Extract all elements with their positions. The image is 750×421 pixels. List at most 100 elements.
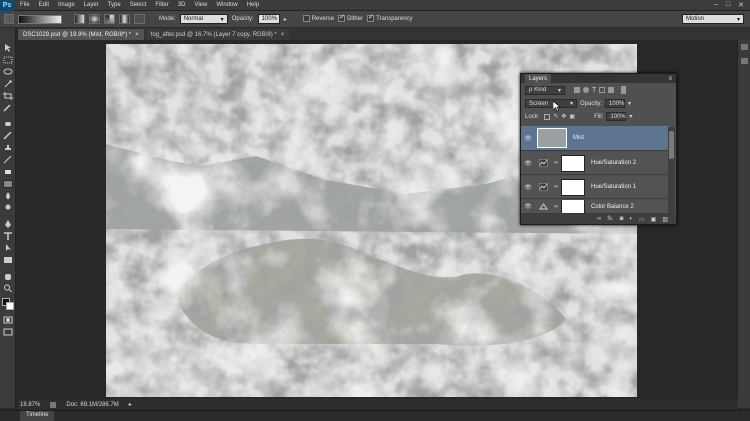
maximize-button[interactable]: □ bbox=[726, 1, 730, 9]
panel-menu-icon[interactable]: ≡ bbox=[668, 76, 676, 82]
properties-panel-icon[interactable] bbox=[741, 58, 748, 64]
menu-image[interactable]: Image bbox=[58, 2, 75, 8]
add-mask-icon[interactable]: ◙ bbox=[620, 216, 624, 222]
filter-toggle-icon[interactable] bbox=[621, 86, 627, 94]
filter-smart-object-icon[interactable] bbox=[608, 87, 615, 93]
opacity-arrow-icon[interactable]: ▾ bbox=[628, 100, 631, 107]
eyedropper-tool-icon[interactable] bbox=[3, 104, 13, 112]
history-brush-tool-icon[interactable] bbox=[3, 156, 13, 164]
healing-brush-tool-icon[interactable] bbox=[3, 120, 13, 128]
menu-3d[interactable]: 3D bbox=[178, 2, 186, 8]
marquee-tool-icon[interactable] bbox=[3, 56, 13, 64]
new-layer-icon[interactable]: ▣ bbox=[651, 216, 657, 223]
filter-shape-icon[interactable] bbox=[599, 87, 606, 93]
pen-tool-icon[interactable] bbox=[3, 220, 13, 228]
filter-pixel-icon[interactable] bbox=[574, 87, 580, 93]
close-icon[interactable]: × bbox=[135, 32, 139, 38]
lasso-tool-icon[interactable] bbox=[3, 68, 13, 76]
menu-type[interactable]: Type bbox=[108, 2, 121, 8]
blur-tool-icon[interactable] bbox=[3, 192, 13, 200]
close-icon[interactable]: × bbox=[281, 32, 285, 38]
dodge-tool-icon[interactable] bbox=[3, 204, 13, 212]
type-tool-icon[interactable] bbox=[3, 232, 13, 240]
screen-mode-icon[interactable] bbox=[3, 328, 13, 336]
eye-icon[interactable]: 👁 bbox=[521, 184, 535, 191]
transparency-checkbox[interactable] bbox=[367, 13, 375, 23]
menu-layer[interactable]: Layer bbox=[84, 2, 99, 8]
lock-all-icon[interactable]: ▣ bbox=[569, 113, 575, 120]
tab-timeline[interactable]: Timeline bbox=[20, 411, 55, 421]
move-tool-icon[interactable] bbox=[3, 44, 13, 52]
tab-fog-after[interactable]: fog_after.psd @ 16.7% (Layer 7 copy, RGB… bbox=[145, 29, 290, 40]
dither-checkbox[interactable] bbox=[338, 13, 346, 23]
reverse-option[interactable]: Reverse bbox=[302, 15, 334, 23]
opacity-arrow-icon[interactable]: ▸ bbox=[284, 16, 287, 23]
menu-view[interactable]: View bbox=[194, 2, 207, 8]
angle-gradient-button[interactable] bbox=[104, 14, 115, 24]
layer-mask-thumbnail[interactable] bbox=[561, 200, 585, 213]
transparency-option[interactable]: Transparency bbox=[367, 13, 413, 23]
filter-adjustment-icon[interactable] bbox=[583, 87, 589, 93]
clone-stamp-tool-icon[interactable] bbox=[3, 144, 13, 152]
background-color-swatch[interactable] bbox=[6, 302, 14, 310]
lock-position-icon[interactable]: ✥ bbox=[561, 113, 566, 120]
menu-file[interactable]: File bbox=[20, 2, 30, 8]
layer-row-mist[interactable]: 👁 Mist bbox=[521, 126, 669, 151]
menu-help[interactable]: Help bbox=[247, 2, 259, 8]
fill-arrow-icon[interactable]: ▾ bbox=[629, 113, 632, 120]
menu-filter[interactable]: Filter bbox=[155, 2, 168, 8]
workspace-select[interactable]: Motion ▾ bbox=[682, 14, 744, 24]
zoom-tool-icon[interactable] bbox=[3, 284, 13, 292]
folder-icon[interactable]: ▭ bbox=[639, 216, 645, 223]
tab-dsc1029[interactable]: DSC1029.psd @ 18.9% (Mist, RGB/8*) * × bbox=[18, 29, 144, 40]
opacity-field[interactable]: 100% bbox=[257, 14, 280, 24]
link-icon[interactable]: ∞ bbox=[551, 184, 561, 190]
gradient-picker[interactable] bbox=[18, 14, 62, 24]
eye-icon[interactable]: 👁 bbox=[521, 160, 535, 167]
layer-opacity-field[interactable]: 100% bbox=[605, 99, 626, 108]
adjustment-icon[interactable]: ◐ bbox=[629, 216, 633, 222]
layer-mask-thumbnail[interactable] bbox=[561, 154, 585, 172]
filter-type-icon[interactable]: T bbox=[592, 87, 596, 94]
crop-tool-icon[interactable] bbox=[3, 92, 13, 100]
lock-transparent-icon[interactable] bbox=[544, 113, 551, 120]
layers-tab[interactable]: Layers bbox=[525, 74, 552, 83]
zoom-level[interactable]: 18.87% bbox=[20, 402, 40, 408]
menu-edit[interactable]: Edit bbox=[39, 2, 49, 8]
gradient-tool-icon[interactable] bbox=[3, 180, 13, 188]
gradient-tool-icon[interactable] bbox=[4, 14, 14, 24]
reflected-gradient-button[interactable] bbox=[119, 14, 130, 24]
fx-icon[interactable]: fx. bbox=[607, 216, 613, 222]
linear-gradient-button[interactable] bbox=[74, 14, 85, 24]
menu-window[interactable]: Window bbox=[216, 2, 237, 8]
layers-scrollbar[interactable] bbox=[668, 127, 675, 214]
status-menu-arrow-icon[interactable]: ▸ bbox=[129, 401, 132, 408]
link-layers-icon[interactable]: ∞ bbox=[597, 216, 601, 222]
reverse-checkbox[interactable] bbox=[302, 15, 310, 23]
filter-kind-select[interactable]: ρ Kind ▾ bbox=[525, 85, 565, 95]
menu-select[interactable]: Select bbox=[130, 2, 147, 8]
hand-tool-icon[interactable] bbox=[3, 272, 13, 280]
link-icon[interactable]: ∞ bbox=[551, 160, 561, 166]
layer-row-hue-saturation-2[interactable]: 👁 ∞ Hue/Saturation 2 bbox=[521, 152, 669, 175]
scrollbar-thumb[interactable] bbox=[669, 131, 674, 159]
history-panel-icon[interactable] bbox=[741, 44, 748, 50]
close-window-button[interactable]: ✕ bbox=[738, 1, 744, 9]
path-selection-tool-icon[interactable] bbox=[3, 244, 13, 252]
eye-icon[interactable]: 👁 bbox=[521, 135, 535, 142]
lock-pixels-icon[interactable]: ✎ bbox=[553, 113, 558, 120]
rectangle-tool-icon[interactable] bbox=[3, 256, 13, 264]
brush-tool-icon[interactable] bbox=[3, 132, 13, 140]
eraser-tool-icon[interactable] bbox=[3, 168, 13, 176]
dither-option[interactable]: Dither bbox=[338, 13, 363, 23]
layer-mask-thumbnail[interactable] bbox=[561, 178, 585, 196]
layer-row-hue-saturation-1[interactable]: 👁 ∞ Hue/Saturation 1 bbox=[521, 176, 669, 199]
trash-icon[interactable]: ▥ bbox=[662, 216, 668, 223]
diamond-gradient-button[interactable] bbox=[134, 14, 145, 24]
mode-select[interactable]: Normal ▾ bbox=[179, 14, 228, 24]
minimize-button[interactable]: – bbox=[714, 1, 718, 9]
quick-mask-icon[interactable] bbox=[3, 316, 13, 324]
link-icon[interactable]: ∞ bbox=[551, 204, 561, 210]
layer-row-color-balance-2[interactable]: 👁 ∞ Color Balance 2 bbox=[521, 200, 669, 214]
layer-fill-field[interactable]: 100% bbox=[606, 112, 627, 121]
